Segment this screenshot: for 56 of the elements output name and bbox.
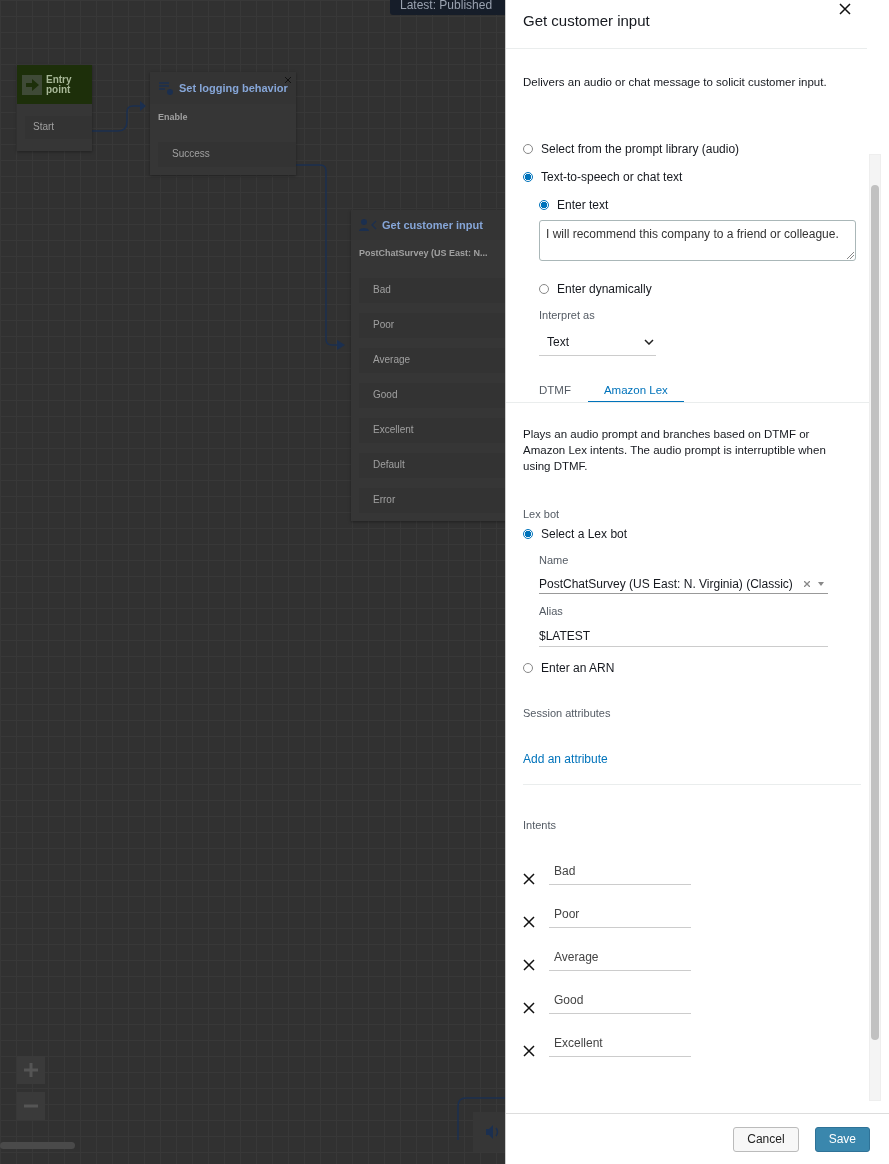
- resize-grip-icon[interactable]: [847, 252, 854, 259]
- plus-icon: [23, 1062, 39, 1078]
- node-subtitle: Enable: [157, 111, 189, 124]
- section-label: Session attributes: [523, 707, 612, 719]
- flow-node[interactable]: Get customer input PostChatSurvey (US East: N... Bad Poor Average Good Excellent Default Error: [351, 210, 505, 521]
- panel-description: Delivers an audio or chat message to solicit customer input.: [522, 75, 828, 90]
- field-label: Name: [539, 554, 570, 566]
- remove-icon[interactable]: [523, 1002, 535, 1014]
- intent-field[interactable]: Average: [549, 950, 691, 971]
- node-title: Get customer input: [382, 219, 483, 231]
- node-title: Entry point: [46, 74, 73, 95]
- node-subtitle: PostChatSurvey (US East: N...: [358, 247, 489, 260]
- flow-node[interactable]: Set logging behavior Enable Success: [150, 72, 296, 175]
- speaker-icon: [485, 1124, 501, 1140]
- field-label: Interpret as: [539, 309, 596, 321]
- tab[interactable]: DTMF: [539, 381, 571, 402]
- field-label: Alias: [539, 605, 564, 617]
- radio-option[interactable]: Enter text: [539, 196, 869, 214]
- remove-icon[interactable]: [523, 916, 535, 928]
- radio-option[interactable]: Text-to-speech or chat text: [523, 168, 869, 186]
- person-branch-icon: [359, 218, 377, 232]
- scrollbar[interactable]: [0, 1142, 75, 1149]
- radio-option[interactable]: Select from the prompt library (audio): [523, 140, 869, 158]
- intent-field[interactable]: Excellent: [549, 1036, 691, 1057]
- section-label: Intents: [523, 819, 558, 831]
- intent-field[interactable]: Good: [549, 993, 691, 1014]
- radio-option[interactable]: Enter dynamically: [539, 280, 869, 298]
- alias-field[interactable]: $LATEST: [539, 629, 828, 647]
- scrollbar[interactable]: [871, 185, 879, 1040]
- version-badge: Latest: Published: [390, 0, 505, 15]
- close-icon[interactable]: [839, 3, 851, 15]
- clear-icon[interactable]: [804, 581, 810, 587]
- remove-icon[interactable]: [523, 873, 535, 885]
- tab-description: Plays an audio prompt and branches based on DTMF or Amazon Lex intents. The audio prompt is interruptible when using DTMF.: [523, 427, 827, 474]
- connector-arrow: [90, 101, 146, 132]
- node-title: Set logging behavior: [179, 82, 288, 94]
- add-attribute-link[interactable]: Add an attribute: [523, 752, 608, 766]
- flow-node[interactable]: [473, 1112, 505, 1152]
- chevron-down-icon: [644, 339, 654, 345]
- text-area[interactable]: I will recommend this company to a friend or colleague.: [539, 220, 856, 261]
- tab[interactable]: Amazon Lex: [587, 381, 684, 402]
- connector-line: [457, 1097, 505, 1141]
- save-button[interactable]: Save: [814, 1126, 870, 1152]
- remove-icon[interactable]: [523, 959, 535, 971]
- lex-bot-select[interactable]: PostChatSurvey (US East: N. Virginia) (Classic): [539, 576, 828, 594]
- interpret-select[interactable]: Text: [539, 327, 656, 356]
- intent-field[interactable]: Poor: [549, 907, 691, 928]
- radio-option[interactable]: Select a Lex bot: [523, 525, 869, 543]
- remove-icon[interactable]: [523, 1045, 535, 1057]
- flow-node[interactable]: Entry point Start: [17, 65, 92, 151]
- section-label: Lex bot: [523, 508, 561, 520]
- radio-option[interactable]: Enter an ARN: [523, 659, 869, 677]
- cancel-button[interactable]: Cancel: [733, 1126, 799, 1152]
- panel-title: Get customer input: [523, 12, 650, 29]
- intent-field[interactable]: Bad: [549, 864, 691, 885]
- caret-icon: [818, 582, 824, 586]
